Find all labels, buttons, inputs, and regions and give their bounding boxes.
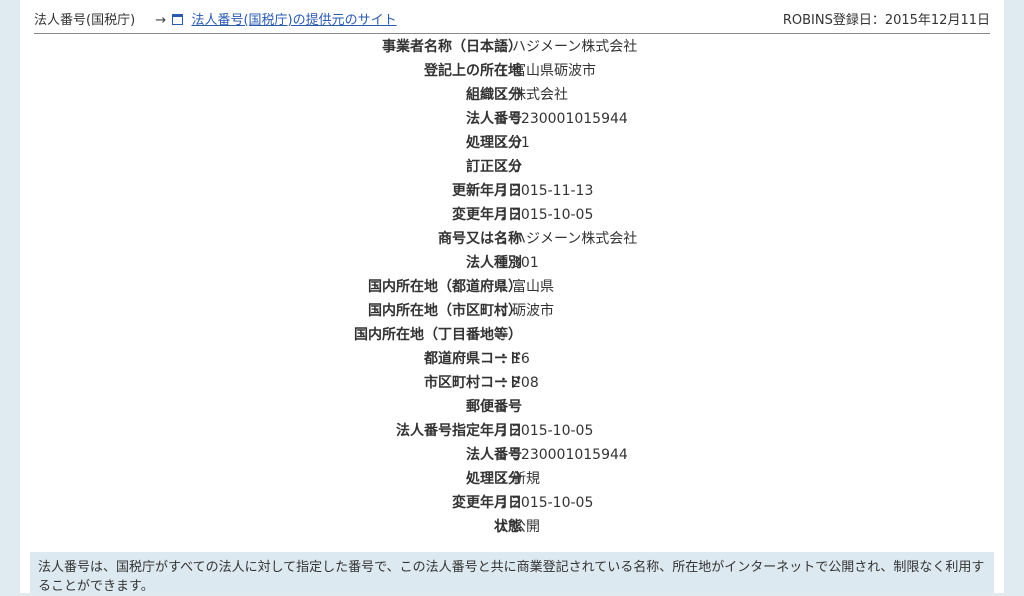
detail-separator: ： bbox=[500, 423, 514, 439]
detail-value: 2015-10-05 bbox=[512, 423, 594, 439]
external-window-icon bbox=[172, 14, 184, 25]
detail-row: 法人番号： 5230001015944 bbox=[20, 443, 1004, 467]
detail-separator: ： bbox=[500, 399, 514, 415]
detail-separator: ： bbox=[500, 231, 514, 247]
detail-label: 国内所在地（都道府県） bbox=[368, 279, 522, 295]
detail-row: 登記上の所在地：富山県砺波市 bbox=[20, 59, 1004, 83]
detail-row: 状態：公開 bbox=[20, 515, 1004, 539]
detail-separator: ： bbox=[500, 159, 514, 175]
detail-row: 組織区分：株式会社 bbox=[20, 83, 1004, 107]
detail-row: 法人種別： 301 bbox=[20, 251, 1004, 275]
source-label: 法人番号(国税庁) bbox=[34, 13, 136, 28]
detail-separator: ： bbox=[500, 63, 514, 79]
detail-separator: ： bbox=[500, 327, 514, 343]
detail-row: 変更年月日： 2015-10-05 bbox=[20, 491, 1004, 515]
detail-value: 株式会社 bbox=[512, 87, 568, 103]
robins-registered-date: ROBINS登録日：2015年12月11日 bbox=[782, 13, 990, 28]
detail-separator: ： bbox=[500, 255, 514, 271]
corporate-number-panel: 法人番号(国税庁) → 法人番号(国税庁)の提供元のサイト ROBINS登録日：… bbox=[20, 0, 1004, 594]
detail-separator: ： bbox=[500, 183, 514, 199]
detail-row: 商号又は名称：ハジメーン株式会社 bbox=[20, 227, 1004, 251]
detail-separator: ： bbox=[500, 39, 514, 55]
detail-label: 国内所在地（市区町村） bbox=[368, 303, 522, 319]
detail-value: 2015-10-05 bbox=[512, 207, 594, 223]
detail-row: 市区町村コード： 208 bbox=[20, 371, 1004, 395]
detail-value: 0 bbox=[512, 159, 521, 175]
detail-value: 公開 bbox=[512, 519, 540, 535]
detail-separator: ： bbox=[500, 447, 514, 463]
detail-list: 事業者名称（日本語）：ハジメーン株式会社 登記上の所在地：富山県砺波市 組織区分：株… bbox=[20, 35, 1004, 539]
detail-value: 01 bbox=[512, 135, 530, 151]
detail-row: 処理区分：新規 bbox=[20, 467, 1004, 491]
detail-value: 5230001015944 bbox=[512, 111, 628, 127]
detail-separator: ： bbox=[500, 375, 514, 391]
detail-row: 国内所在地（市区町村）：砺波市 bbox=[20, 299, 1004, 323]
detail-row: 国内所在地（都道府県）：富山県 bbox=[20, 275, 1004, 299]
detail-value: 301 bbox=[512, 255, 539, 271]
detail-value: 5230001015944 bbox=[512, 447, 628, 463]
detail-row: 処理区分： 01 bbox=[20, 131, 1004, 155]
detail-row: 訂正区分： 0 bbox=[20, 155, 1004, 179]
detail-row: 都道府県コード： 16 bbox=[20, 347, 1004, 371]
detail-row: 変更年月日： 2015-10-05 bbox=[20, 203, 1004, 227]
detail-value: 2015-11-13 bbox=[512, 183, 594, 199]
detail-separator: ： bbox=[500, 303, 514, 319]
detail-value: 2015-10-05 bbox=[512, 495, 594, 511]
footnote: 法人番号は、国税庁がすべての法人に対して指定した番号で、この法人番号と共に商業登… bbox=[30, 552, 994, 594]
detail-separator: ： bbox=[500, 495, 514, 511]
detail-value: 富山県砺波市 bbox=[512, 63, 596, 79]
arrow-icon: → bbox=[155, 13, 167, 28]
detail-label: 国内所在地（丁目番地等） bbox=[354, 327, 522, 343]
detail-separator: ： bbox=[500, 519, 514, 535]
panel-header: 法人番号(国税庁) → 法人番号(国税庁)の提供元のサイト ROBINS登録日：… bbox=[34, 9, 990, 34]
detail-value: ハジメーン株式会社 bbox=[512, 39, 638, 55]
detail-separator: ： bbox=[500, 471, 514, 487]
detail-separator: ： bbox=[500, 87, 514, 103]
detail-separator: ： bbox=[500, 279, 514, 295]
detail-value: 16 bbox=[512, 351, 530, 367]
detail-row: 事業者名称（日本語）：ハジメーン株式会社 bbox=[20, 35, 1004, 59]
detail-value: 砺波市 bbox=[512, 303, 554, 319]
detail-value: ハジメーン株式会社 bbox=[512, 231, 638, 247]
detail-separator: ： bbox=[500, 351, 514, 367]
detail-separator: ： bbox=[500, 135, 514, 151]
detail-row: 郵便番号： bbox=[20, 395, 1004, 419]
provider-site-link[interactable]: 法人番号(国税庁)の提供元のサイト bbox=[191, 13, 396, 28]
detail-separator: ： bbox=[500, 111, 514, 127]
detail-separator: ： bbox=[500, 207, 514, 223]
detail-row: 更新年月日： 2015-11-13 bbox=[20, 179, 1004, 203]
detail-row: 国内所在地（丁目番地等）： bbox=[20, 323, 1004, 347]
header-left: 法人番号(国税庁) → 法人番号(国税庁)の提供元のサイト bbox=[34, 9, 397, 33]
detail-value: 208 bbox=[512, 375, 539, 391]
detail-row: 法人番号指定年月日： 2015-10-05 bbox=[20, 419, 1004, 443]
detail-value: 富山県 bbox=[512, 279, 554, 295]
detail-row: 法人番号： 5230001015944 bbox=[20, 107, 1004, 131]
detail-value: 新規 bbox=[512, 471, 540, 487]
